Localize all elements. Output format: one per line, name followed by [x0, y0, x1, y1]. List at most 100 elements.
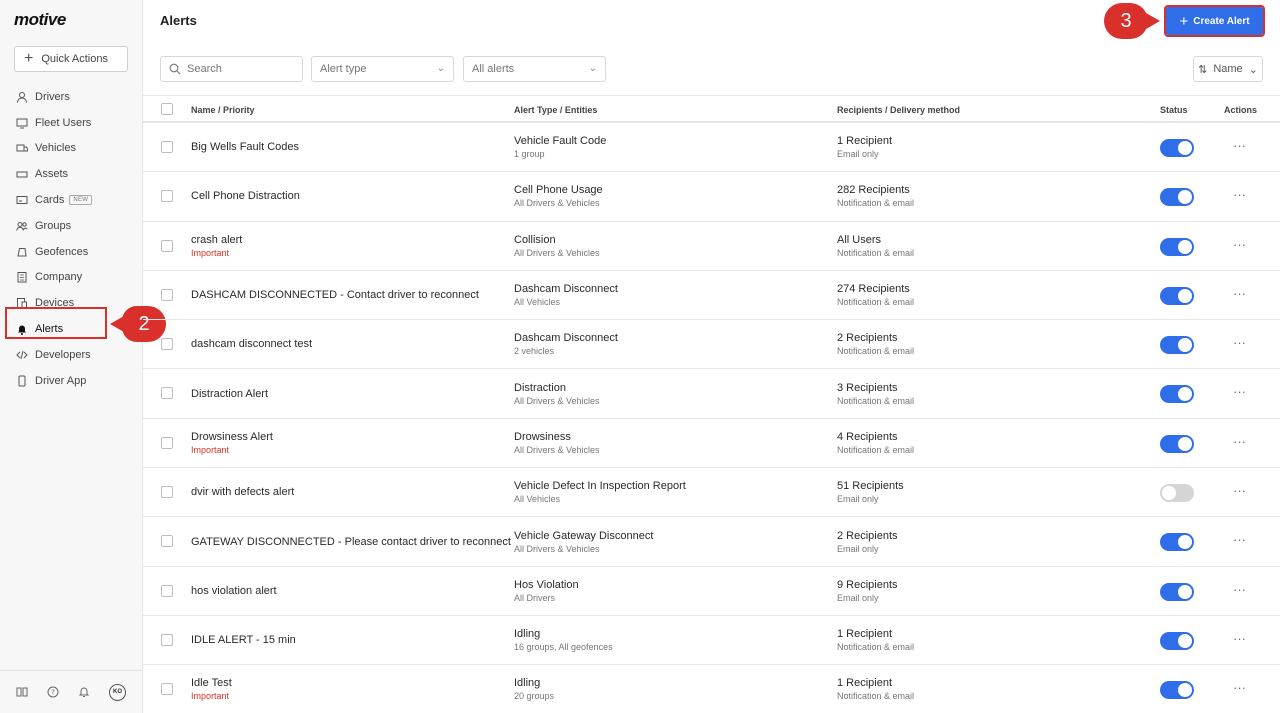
- more-actions-icon[interactable]: ···: [1233, 237, 1246, 252]
- more-actions-icon[interactable]: ···: [1233, 187, 1246, 202]
- status-toggle[interactable]: [1160, 188, 1194, 207]
- name-cell[interactable]: dvir with defects alert: [191, 468, 294, 516]
- row-checkbox[interactable]: [161, 633, 173, 646]
- alert-name[interactable]: Big Wells Fault Codes: [191, 141, 299, 153]
- row-checkbox[interactable]: [161, 486, 173, 499]
- more-actions-icon[interactable]: ···: [1233, 631, 1246, 646]
- alert-name[interactable]: Distraction Alert: [191, 388, 268, 400]
- row-checkbox[interactable]: [161, 288, 173, 301]
- alert-name[interactable]: hos violation alert: [191, 585, 277, 597]
- alert-name[interactable]: crash alert: [191, 234, 242, 246]
- name-cell[interactable]: crash alert Important: [191, 222, 242, 270]
- name-cell[interactable]: Cell Phone Distraction: [191, 172, 300, 220]
- all-alerts-label: All alerts: [472, 63, 515, 75]
- create-alert-button[interactable]: + Create Alert: [1164, 5, 1265, 37]
- row-checkbox[interactable]: [161, 535, 173, 548]
- alert-type-select[interactable]: Alert type ⌄: [311, 56, 454, 82]
- help-icon[interactable]: ?: [47, 686, 59, 698]
- name-cell[interactable]: DASHCAM DISCONNECTED - Contact driver to…: [191, 271, 479, 319]
- status-toggle[interactable]: [1160, 631, 1194, 650]
- more-actions-icon[interactable]: ···: [1233, 286, 1246, 301]
- sidebar-item-developers[interactable]: Developers: [0, 342, 142, 368]
- table-row[interactable]: Distraction Alert Distraction All Drivers …: [143, 369, 1280, 419]
- status-toggle[interactable]: [1160, 286, 1194, 305]
- row-checkbox[interactable]: [161, 436, 173, 449]
- table-row[interactable]: dashcam disconnect test Dashcam Disconnec…: [143, 320, 1280, 370]
- row-checkbox[interactable]: [161, 338, 173, 351]
- more-actions-icon[interactable]: ···: [1233, 335, 1246, 350]
- chevron-down-icon: ⌄: [436, 63, 445, 74]
- status-toggle[interactable]: [1160, 237, 1194, 256]
- sidebar-item-vehicles[interactable]: Vehicles: [0, 136, 142, 162]
- sidebar-item-drivers[interactable]: Drivers: [0, 84, 142, 110]
- bell-icon[interactable]: [78, 686, 90, 698]
- name-cell[interactable]: Distraction Alert: [191, 369, 268, 417]
- table-row[interactable]: IDLE ALERT - 15 min Idling 16 groups, All …: [143, 616, 1280, 666]
- more-actions-icon[interactable]: ···: [1233, 680, 1246, 695]
- status-toggle[interactable]: [1160, 582, 1194, 601]
- status-toggle[interactable]: [1160, 139, 1194, 157]
- name-cell[interactable]: dashcam disconnect test: [191, 320, 312, 368]
- sidebar-item-geofences[interactable]: Geofences: [0, 239, 142, 265]
- search-input[interactable]: Search: [160, 56, 303, 82]
- name-cell[interactable]: Drowsiness Alert Important: [191, 419, 273, 467]
- status-toggle[interactable]: [1160, 434, 1194, 453]
- alert-name[interactable]: IDLE ALERT - 15 min: [191, 634, 296, 646]
- recipients-cell: 3 Recipients Notification & email: [837, 369, 914, 417]
- alert-name[interactable]: Idle Test: [191, 677, 232, 689]
- table-row[interactable]: DASHCAM DISCONNECTED - Contact driver to…: [143, 271, 1280, 321]
- more-actions-icon[interactable]: ···: [1233, 138, 1246, 153]
- table-row[interactable]: Big Wells Fault Codes Vehicle Fault Code 1…: [143, 123, 1280, 173]
- table-row[interactable]: hos violation alert Hos Violation All Driv…: [143, 567, 1280, 616]
- alert-name[interactable]: Cell Phone Distraction: [191, 190, 300, 202]
- sidebar-item-driver-app[interactable]: Driver App: [0, 368, 142, 394]
- row-checkbox[interactable]: [161, 239, 173, 252]
- table-row[interactable]: Idle Test Important Idling 20 groups 1 Recip…: [143, 665, 1280, 713]
- sidebar-item-cards[interactable]: Cards NEW: [0, 187, 142, 213]
- row-checkbox[interactable]: [161, 190, 173, 203]
- motive-logo[interactable]: motive: [14, 10, 66, 30]
- alert-name[interactable]: GATEWAY DISCONNECTED - Please contact dr…: [191, 536, 511, 548]
- more-actions-icon[interactable]: ···: [1233, 434, 1246, 449]
- select-all-checkbox[interactable]: [161, 103, 173, 115]
- alert-name[interactable]: Drowsiness Alert: [191, 431, 273, 443]
- name-cell[interactable]: GATEWAY DISCONNECTED - Please contact dr…: [191, 517, 511, 565]
- sidebar-item-assets[interactable]: Assets: [0, 161, 142, 187]
- more-actions-icon[interactable]: ···: [1233, 582, 1246, 597]
- status-toggle[interactable]: [1160, 385, 1194, 404]
- name-cell[interactable]: Big Wells Fault Codes: [191, 123, 299, 171]
- table-row[interactable]: dvir with defects alert Vehicle Defect In…: [143, 468, 1280, 518]
- table-row[interactable]: Cell Phone Distraction Cell Phone Usage Al…: [143, 172, 1280, 222]
- row-checkbox[interactable]: [161, 683, 173, 696]
- alert-type: Dashcam Disconnect: [514, 332, 618, 345]
- status-toggle[interactable]: [1160, 484, 1194, 503]
- table-row[interactable]: GATEWAY DISCONNECTED - Please contact dr…: [143, 517, 1280, 567]
- table-row[interactable]: crash alert Important Collision All Drivers…: [143, 222, 1280, 271]
- row-checkbox[interactable]: [161, 387, 173, 400]
- row-checkbox[interactable]: [161, 141, 173, 153]
- book-icon[interactable]: [16, 686, 28, 698]
- recipients-cell: 51 Recipients Email only: [837, 468, 904, 516]
- table-row[interactable]: Drowsiness Alert Important Drowsiness All D…: [143, 419, 1280, 469]
- sidebar-item-fleet-users[interactable]: Fleet Users: [0, 110, 142, 136]
- more-actions-icon[interactable]: ···: [1233, 384, 1246, 399]
- quick-actions-button[interactable]: + Quick Actions: [14, 46, 128, 72]
- sidebar-item-company[interactable]: Company: [0, 265, 142, 291]
- row-checkbox[interactable]: [161, 584, 173, 597]
- more-actions-icon[interactable]: ···: [1233, 532, 1246, 547]
- header-name[interactable]: Name / Priority: [191, 105, 255, 115]
- sort-button[interactable]: ⇅ Name ⌄: [1193, 56, 1263, 82]
- status-toggle[interactable]: [1160, 533, 1194, 552]
- avatar[interactable]: KO: [109, 683, 126, 701]
- name-cell[interactable]: hos violation alert: [191, 567, 277, 615]
- status-toggle[interactable]: [1160, 336, 1194, 355]
- alert-name[interactable]: dvir with defects alert: [191, 486, 294, 498]
- alert-name[interactable]: dashcam disconnect test: [191, 338, 312, 350]
- name-cell[interactable]: Idle Test Important: [191, 665, 232, 713]
- name-cell[interactable]: IDLE ALERT - 15 min: [191, 616, 296, 664]
- all-alerts-select[interactable]: All alerts ⌄: [463, 56, 606, 82]
- status-toggle[interactable]: [1160, 681, 1194, 700]
- alert-name[interactable]: DASHCAM DISCONNECTED - Contact driver to…: [191, 289, 479, 301]
- sidebar-item-groups[interactable]: Groups: [0, 213, 142, 239]
- more-actions-icon[interactable]: ···: [1233, 483, 1246, 498]
